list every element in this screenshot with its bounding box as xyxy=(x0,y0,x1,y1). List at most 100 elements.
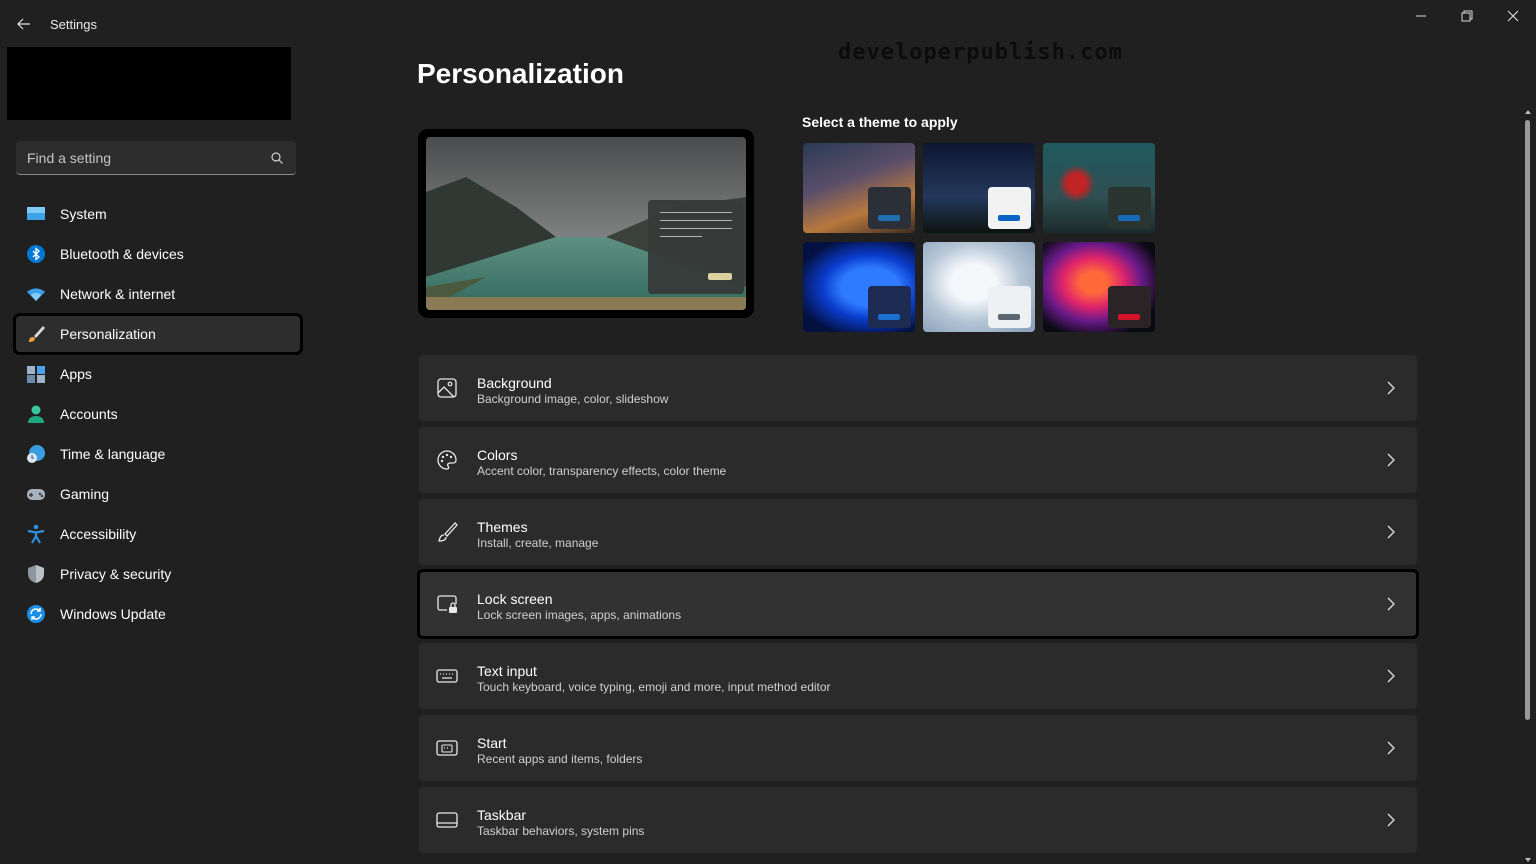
search-input[interactable]: Find a setting xyxy=(27,150,111,166)
restore-button[interactable] xyxy=(1444,0,1490,32)
sync-icon xyxy=(27,605,45,623)
start-card[interactable]: Start Recent apps and items, folders xyxy=(419,715,1417,781)
sidebar-item-windows-update[interactable]: Windows Update xyxy=(16,596,300,632)
sidebar-nav: System Bluetooth & devices Network & int… xyxy=(13,196,303,636)
search-box[interactable]: Find a setting xyxy=(16,141,296,175)
sidebar-item-accessibility[interactable]: Accessibility xyxy=(16,516,300,552)
sidebar-item-label: Bluetooth & devices xyxy=(60,246,184,262)
restore-icon xyxy=(1461,10,1473,22)
card-subtitle: Lock screen images, apps, animations xyxy=(477,608,682,622)
theme-grid xyxy=(803,143,1157,334)
account-profile-redacted[interactable] xyxy=(7,47,291,120)
card-subtitle: Accent color, transparency effects, colo… xyxy=(477,464,727,478)
chevron-right-icon xyxy=(1387,381,1395,395)
taskbar-card[interactable]: Taskbar Taskbar behaviors, system pins xyxy=(419,787,1417,853)
card-title: Background xyxy=(477,375,552,391)
sidebar-item-personalization[interactable]: Personalization xyxy=(13,313,303,355)
minimize-button[interactable] xyxy=(1398,0,1444,32)
chevron-right-icon xyxy=(1387,597,1395,611)
settings-list: Background Background image, color, slid… xyxy=(417,355,1419,859)
background-card[interactable]: Background Background image, color, slid… xyxy=(419,355,1417,421)
sidebar-item-label: Time & language xyxy=(60,446,166,462)
palette-icon xyxy=(437,450,457,470)
scroll-thumb[interactable] xyxy=(1525,120,1530,720)
card-title: Taskbar xyxy=(477,807,527,823)
person-icon xyxy=(28,405,44,423)
sidebar-item-label: Personalization xyxy=(60,326,156,342)
chevron-right-icon xyxy=(1387,669,1395,683)
theme-night-sky[interactable] xyxy=(803,143,915,233)
apps-icon xyxy=(27,366,45,383)
close-icon xyxy=(1507,10,1519,22)
sidebar-item-label: Network & internet xyxy=(60,286,176,302)
sidebar-item-privacy-security[interactable]: Privacy & security xyxy=(16,556,300,592)
arrow-left-icon xyxy=(17,18,30,30)
theme-bloom-dark[interactable] xyxy=(803,242,915,332)
sidebar-item-bluetooth[interactable]: Bluetooth & devices xyxy=(16,236,300,272)
brush-icon xyxy=(29,326,45,342)
sidebar-item-accounts[interactable]: Accounts xyxy=(16,396,300,432)
shield-icon xyxy=(28,565,44,583)
sidebar-item-label: Apps xyxy=(60,366,92,382)
sidebar-item-network[interactable]: Network & internet xyxy=(16,276,300,312)
sidebar-item-label: Privacy & security xyxy=(60,566,172,582)
theme-rain-glass[interactable] xyxy=(1043,143,1155,233)
card-title: Colors xyxy=(477,447,518,463)
card-title: Text input xyxy=(477,663,537,679)
lock-screen-icon xyxy=(437,595,457,613)
card-subtitle: Touch keyboard, voice typing, emoji and … xyxy=(477,680,831,694)
sidebar-item-label: Gaming xyxy=(60,486,110,502)
keyboard-icon xyxy=(436,669,458,683)
title-bar: Settings xyxy=(0,0,1536,48)
taskbar-icon xyxy=(436,812,458,828)
monitor-icon xyxy=(27,207,45,220)
chevron-right-icon xyxy=(1387,741,1395,755)
chevron-right-icon xyxy=(1387,453,1395,467)
card-title: Start xyxy=(477,735,507,751)
preview-wallpaper xyxy=(426,137,746,310)
wifi-icon xyxy=(27,288,45,301)
sidebar-item-system[interactable]: System xyxy=(16,196,300,232)
gamepad-icon xyxy=(27,489,45,500)
theme-starry-forest[interactable] xyxy=(923,143,1035,233)
theme-bloom-light[interactable] xyxy=(923,242,1035,332)
minimize-icon xyxy=(1416,15,1426,17)
brush-icon xyxy=(438,522,458,542)
chevron-right-icon xyxy=(1387,525,1395,539)
chevron-right-icon xyxy=(1387,813,1395,827)
card-subtitle: Recent apps and items, folders xyxy=(477,752,643,766)
bluetooth-icon xyxy=(27,245,45,263)
accessibility-icon xyxy=(27,524,45,544)
search-icon[interactable] xyxy=(270,151,284,165)
sidebar-item-gaming[interactable]: Gaming xyxy=(16,476,300,512)
sidebar-item-label: Accessibility xyxy=(60,526,137,542)
card-subtitle: Install, create, manage xyxy=(477,536,599,550)
back-button[interactable] xyxy=(10,10,38,38)
colors-card[interactable]: Colors Accent color, transparency effect… xyxy=(419,427,1417,493)
sidebar-item-label: Windows Update xyxy=(60,606,166,622)
image-icon xyxy=(437,378,457,398)
start-menu-icon xyxy=(436,740,458,756)
close-button[interactable] xyxy=(1490,0,1536,32)
scroll-up-icon[interactable] xyxy=(1523,108,1533,116)
themes-card[interactable]: Themes Install, create, manage xyxy=(419,499,1417,565)
sidebar-item-label: Accounts xyxy=(60,406,118,422)
page-title: Personalization xyxy=(417,58,624,89)
card-subtitle: Background image, color, slideshow xyxy=(477,392,669,406)
watermark-text: developerpublish.com xyxy=(838,40,1123,65)
scroll-down-icon[interactable] xyxy=(1523,856,1533,864)
sidebar-item-apps[interactable]: Apps xyxy=(16,356,300,392)
globe-clock-icon xyxy=(27,445,45,463)
sidebar-item-label: System xyxy=(60,206,107,222)
card-title: Lock screen xyxy=(477,591,553,607)
lock-screen-card[interactable]: Lock screen Lock screen images, apps, an… xyxy=(417,569,1419,639)
theme-preview xyxy=(418,129,754,318)
theme-section-label: Select a theme to apply xyxy=(802,114,958,130)
text-input-card[interactable]: Text input Touch keyboard, voice typing,… xyxy=(419,643,1417,709)
preview-window xyxy=(648,200,744,294)
sidebar-item-time-language[interactable]: Time & language xyxy=(16,436,300,472)
scrollbar[interactable] xyxy=(1523,108,1533,864)
card-title: Themes xyxy=(477,519,528,535)
card-subtitle: Taskbar behaviors, system pins xyxy=(477,824,645,838)
theme-captured-motion[interactable] xyxy=(1043,242,1155,332)
